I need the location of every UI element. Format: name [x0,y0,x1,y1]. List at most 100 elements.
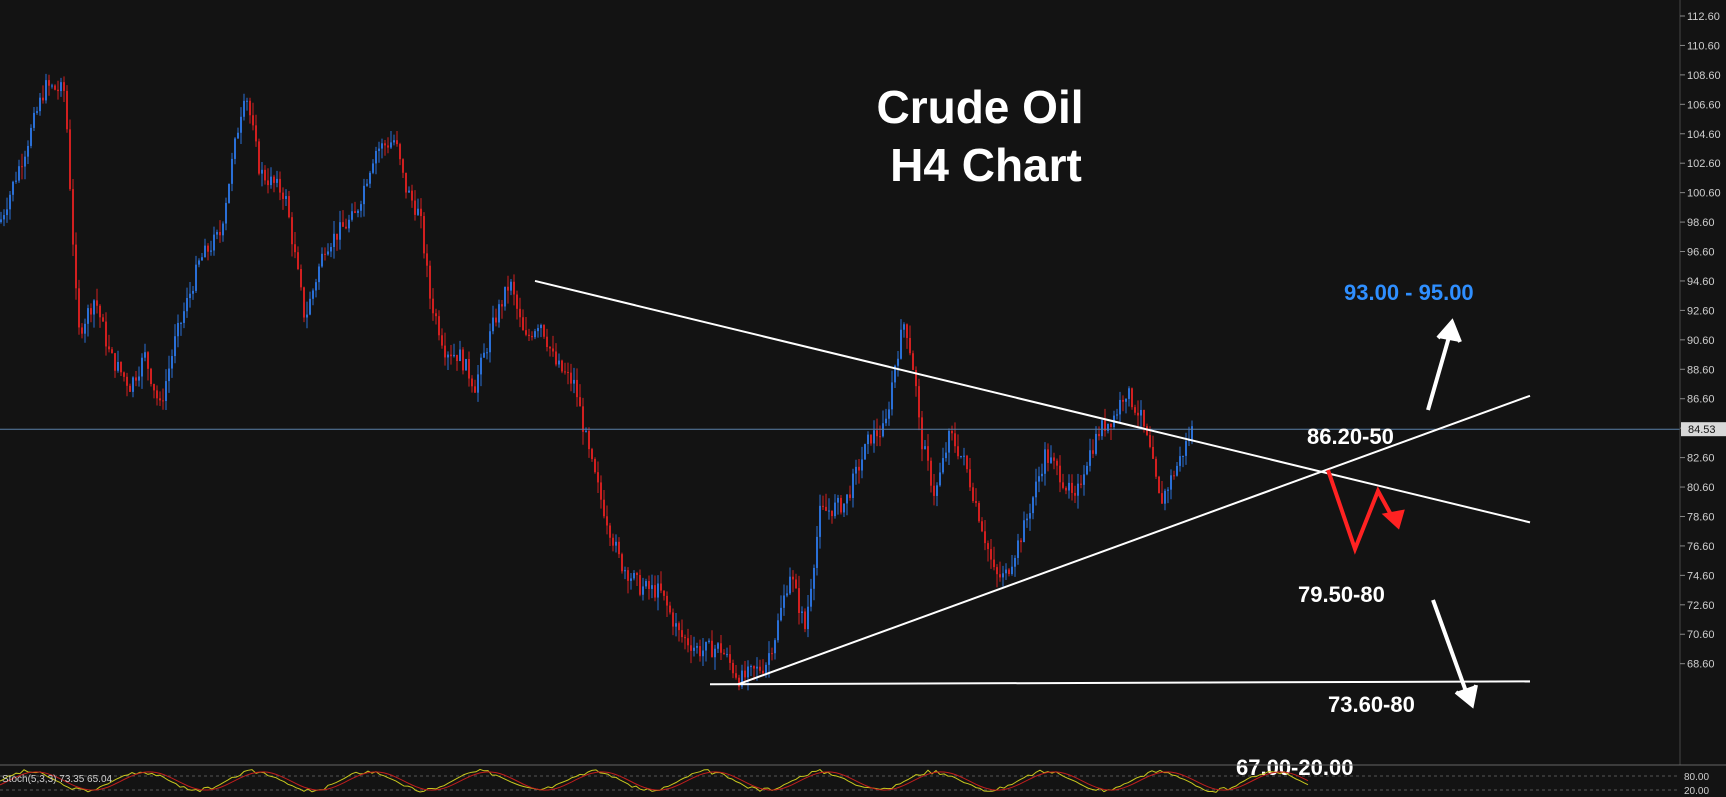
candle-body [408,190,410,193]
candle-body [45,80,47,101]
candle-body [321,253,323,267]
candle-body [903,324,905,330]
candle-body [660,583,662,591]
candle-body [951,430,953,434]
candle-body [1044,449,1046,474]
oscillator-tick-80: 80.00 [1684,772,1709,783]
candle-body [450,354,452,357]
candle-body [627,570,629,581]
candle-body [678,623,680,631]
candle-body [366,183,368,186]
candle-body [249,100,251,116]
candle-body [801,611,803,614]
candle-body [537,328,539,332]
candle-body [3,215,5,220]
candle-body [978,503,980,522]
candle-body [615,541,617,546]
candle-body [768,653,770,665]
candle-body [561,360,563,372]
candle-body [891,382,893,410]
candle-body [753,666,755,669]
candle-body [153,384,155,391]
candle-body [591,449,593,460]
candle-body [834,502,836,517]
candle-body [489,331,491,353]
candle-body [918,386,920,418]
y-tick-label: 96.60 [1687,247,1715,259]
candle-body [255,125,257,142]
candle-body [519,308,521,318]
candle-body [42,97,44,101]
candle-body [879,436,881,438]
candle-body [204,245,206,258]
candle-body [303,287,305,318]
candle-body [657,583,659,598]
candle-body [987,543,989,550]
candle-body [1053,457,1055,461]
candle-body [1014,557,1016,567]
candle-body [645,581,647,587]
candle-body [555,351,557,365]
candle-body [756,666,758,669]
candle-body [1107,423,1109,431]
candle-body [831,510,833,517]
candle-body [1050,457,1052,463]
candle-body [486,352,488,354]
candle-body [1122,399,1124,402]
candle-body [99,305,101,318]
candle-body [381,143,383,149]
candle-body [36,111,38,113]
candle-body [264,169,266,181]
candle-body [396,140,398,145]
candle-body [762,670,764,674]
candle-body [93,300,95,315]
y-tick-label: 98.60 [1687,217,1715,229]
candle-body [201,257,203,261]
candle-body [780,607,782,621]
candle-body [534,331,536,338]
candle-body [750,666,752,668]
candle-body [507,286,509,291]
candle-body [1059,465,1061,483]
candle-body [699,646,701,657]
candle-body [129,385,131,392]
candle-body [1038,476,1040,482]
candle-body [549,346,551,349]
candle-body [108,346,110,350]
candle-body [309,298,311,315]
lower-support-level-label: 73.60-80 [1328,692,1415,717]
candle-body [729,654,731,663]
candle-body [90,308,92,315]
candle-body [114,353,116,371]
candle-body [690,645,692,651]
candle-body [828,510,830,512]
candle-body [570,372,572,384]
candle-body [213,234,215,251]
y-tick-label: 90.60 [1687,335,1715,347]
y-tick-label: 82.60 [1687,453,1715,465]
candle-body [195,264,197,291]
candle-body [123,372,125,377]
candle-body [414,200,416,215]
candle-body [960,455,962,457]
candle-body [675,623,677,627]
candle-body [288,196,290,218]
candle-body [1041,473,1043,477]
candle-body [579,397,581,407]
y-tick-label: 110.60 [1687,40,1720,52]
candle-body [867,434,869,445]
candle-body [840,497,842,513]
candle-body [285,196,287,199]
candle-body [357,210,359,213]
candle-body [819,505,821,537]
candle-body [48,80,50,86]
candle-body [186,298,188,312]
candle-body [135,377,137,381]
candle-body [921,417,923,450]
candle-body [711,640,713,658]
candle-body [222,223,224,236]
candle-body [165,381,167,402]
candle-body [1074,492,1076,496]
candle-body [1092,450,1094,454]
candle-body [390,142,392,148]
